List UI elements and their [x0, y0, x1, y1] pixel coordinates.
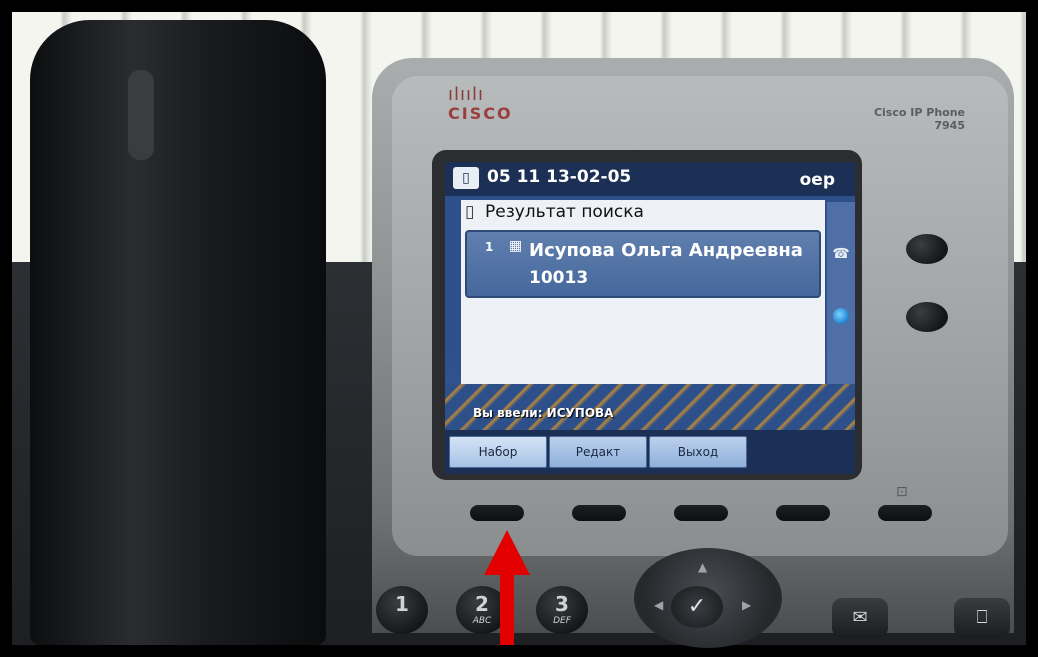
softkey-exit[interactable]: Выход — [649, 436, 747, 468]
hardware-softkey-3[interactable] — [674, 505, 728, 521]
key-digit: 3 — [555, 592, 569, 616]
hardware-softkey-5[interactable] — [878, 505, 932, 521]
hardware-softkey-4[interactable] — [776, 505, 830, 521]
line-button-2[interactable] — [906, 302, 948, 332]
cisco-logo-bars: ılıılı — [448, 84, 485, 105]
model-label: Cisco IP Phone 7945 — [845, 106, 965, 132]
panel-title: ▯ Результат поиска — [465, 202, 644, 222]
hardware-softkey-1[interactable] — [470, 505, 524, 521]
phone-handset[interactable] — [30, 20, 326, 645]
user-name: oep — [799, 170, 835, 190]
key-letters: DEF — [553, 616, 571, 626]
directories-button[interactable]: ⎕ — [954, 598, 1010, 638]
nav-left-icon[interactable]: ◀ — [654, 598, 663, 612]
keypad-key-1[interactable]: 1 — [376, 586, 428, 634]
model-number: 7945 — [934, 119, 965, 132]
panel-title-text: Результат поиска — [485, 202, 644, 222]
book-icon: ⎕ — [976, 607, 988, 628]
result-index: 1 — [485, 240, 494, 254]
nav-right-icon[interactable]: ▶ — [742, 598, 751, 612]
globe-icon — [833, 308, 849, 324]
typed-query: Вы ввели: ИСУПОВА — [473, 406, 614, 420]
red-arrow-head — [484, 530, 530, 575]
page-icon: ⊡ — [896, 484, 908, 500]
book-icon: ▯ — [465, 202, 475, 222]
model-name: Cisco IP Phone — [873, 106, 965, 119]
result-extension: 10013 — [529, 268, 589, 288]
date-time: 05 11 13-02-05 — [487, 167, 632, 187]
nav-select-button[interactable]: ✓ — [671, 586, 723, 628]
search-results-panel: ▯ Результат поиска 1 ▦ Исупова Ольга Андр… — [461, 200, 825, 398]
photo-frame: ılıılı CISCO Cisco IP Phone 7945 ▯ 05 11… — [0, 0, 1038, 657]
softkey-edit[interactable]: Редакт — [549, 436, 647, 468]
cisco-logo-word: CISCO — [448, 104, 513, 123]
line-button-1[interactable] — [906, 234, 948, 264]
cisco-logo: ılıılı CISCO — [448, 86, 528, 136]
result-name: Исупова Ольга Андреевна — [529, 240, 803, 261]
nav-up-icon[interactable]: ▲ — [698, 560, 707, 574]
book-icon: ▯ — [453, 167, 479, 189]
phone-screen: ▯ 05 11 13-02-05 oep ▯ Результат поиска 1… — [445, 162, 855, 474]
status-bar: ▯ 05 11 13-02-05 oep — [445, 162, 855, 196]
red-arrow-shaft — [500, 572, 514, 645]
keypad-grid-icon: ▦ — [509, 238, 523, 254]
key-digit: 1 — [395, 592, 409, 616]
phone-line-icon: ☎ — [832, 246, 850, 262]
handset-slot — [128, 70, 154, 160]
messages-button[interactable]: ✉ — [832, 598, 888, 638]
line-status-strip — [827, 202, 855, 402]
softkey-bar: Набор Редакт Выход — [445, 430, 855, 474]
result-item[interactable]: 1 ▦ Исупова Ольга Андреевна 10013 — [465, 230, 821, 298]
keypad-key-3[interactable]: 3 DEF — [536, 586, 588, 634]
softkey-dial[interactable]: Набор — [449, 436, 547, 468]
envelope-icon: ✉ — [852, 607, 868, 628]
hardware-softkey-2[interactable] — [572, 505, 626, 521]
